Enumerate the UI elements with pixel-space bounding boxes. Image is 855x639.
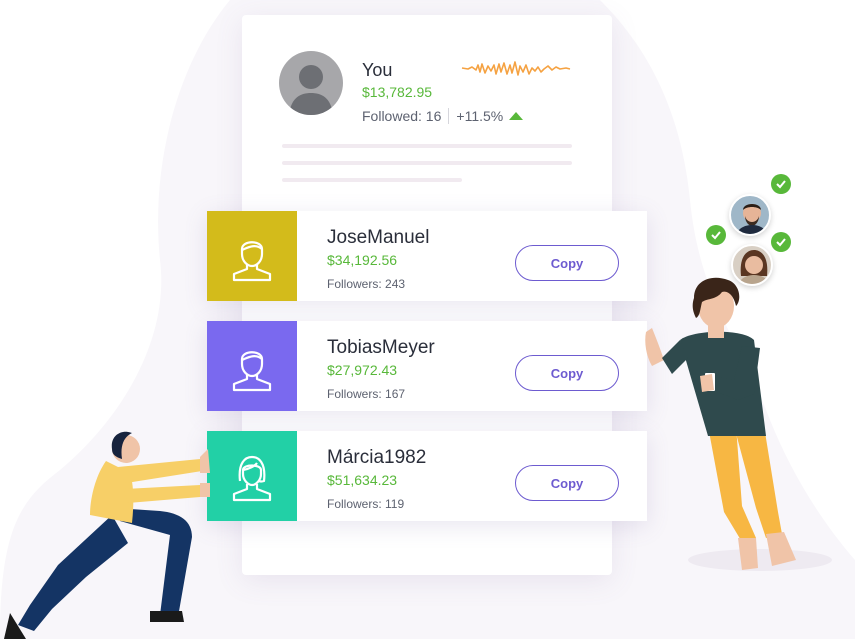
trader-value: $27,972.43 [327,362,398,378]
user-male-icon [232,351,272,392]
check-badge [706,225,726,245]
user-portfolio-value: $13,782.95 [362,84,433,100]
stats-divider [448,108,450,124]
trader-value: $51,634.23 [327,472,398,488]
user-stats: Followed: 16 +11.5% [362,108,524,124]
followed-count: Followed: 16 [362,108,442,124]
trader-name: Márcia1982 [327,447,427,468]
checkmark-icon [776,238,786,247]
trader-info: JoseManuel $34,192.56 Followers: 243 Cop… [297,211,647,301]
performance-sparkline [461,61,571,76]
trader-row-josemanuel: JoseManuel $34,192.56 Followers: 243 Cop… [207,211,647,301]
trader-value: $34,192.56 [327,252,398,268]
trader-tile [207,211,297,301]
checkmark-icon [711,231,721,240]
person-silhouette-icon [289,65,333,115]
trader-row-tobiasmeyer: TobiasMeyer $27,972.43 Followers: 167 Co… [207,321,647,411]
user-avatar [279,51,343,115]
copy-button[interactable]: Copy [515,355,619,391]
trader-followers: Followers: 119 [327,497,405,511]
trend-up-icon [509,112,524,120]
trader-info: Márcia1982 $51,634.23 Followers: 119 Cop… [297,431,647,521]
follower-avatar-male [729,194,771,236]
trader-info: TobiasMeyer $27,972.43 Followers: 167 Co… [297,321,647,411]
trader-row-marcia1982: Márcia1982 $51,634.23 Followers: 119 Cop… [207,431,647,521]
user-name: You [362,60,393,80]
check-badge [771,174,791,194]
placeholder-line [282,144,572,148]
trader-name: JoseManuel [327,227,430,248]
follower-avatar-female [731,244,773,286]
person-pushing-illustration [4,431,210,639]
trader-followers: Followers: 243 [327,277,406,291]
placeholder-line [282,178,462,182]
user-male-icon [232,241,272,282]
checkmark-icon [776,180,786,189]
trader-tile [207,321,297,411]
trader-name: TobiasMeyer [327,337,435,358]
trader-followers: Followers: 167 [327,387,406,401]
check-badge [771,232,791,252]
copy-button[interactable]: Copy [515,465,619,501]
change-percent: +11.5% [456,108,504,124]
person-phone-illustration [645,277,796,570]
placeholder-line [282,161,572,165]
copy-button[interactable]: Copy [515,245,619,281]
